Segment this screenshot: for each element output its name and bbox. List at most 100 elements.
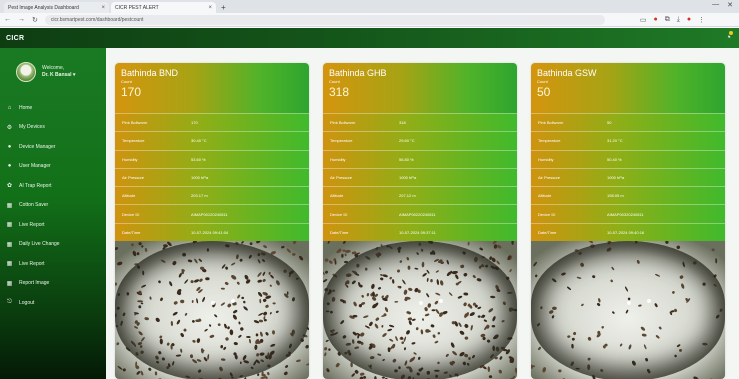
grid-icon: ▦ xyxy=(6,241,13,248)
welcome-text: Welcome, xyxy=(42,65,65,71)
trap-card[interactable]: Bathinda BND Count 170 Pink Bollworm 170 Temp… xyxy=(115,63,309,379)
puzzle-icon[interactable]: ⧉ xyxy=(665,16,670,24)
row-value: 53.60 % xyxy=(191,156,206,162)
sidebar-item-label: Logout xyxy=(19,299,35,306)
row-key: Date/Time xyxy=(330,229,349,235)
sidebar-item-logout[interactable]: ⎋ Logout xyxy=(0,293,106,313)
sidebar-item-report-image[interactable]: ▦ Report Image xyxy=(0,274,106,294)
row-value: 10-07-2024 09:41:04 xyxy=(191,229,229,235)
close-icon[interactable]: × xyxy=(101,5,105,11)
device-manager-icon: ● xyxy=(7,143,12,150)
row-key: Temperature xyxy=(330,138,353,144)
row-key: Altitude xyxy=(122,193,136,199)
row-key: Pink Bollworm xyxy=(538,120,564,126)
sidebar-item-user-manager[interactable]: ● User Manager xyxy=(0,157,106,177)
menu-icon[interactable]: ⋮ xyxy=(698,16,705,24)
card-count: 318 xyxy=(329,85,350,99)
card-subtitle: Count xyxy=(537,79,548,84)
url-field[interactable]: cicr.bsmartpest.com/dashboard/pestcount xyxy=(44,14,605,25)
sidebar-item-live-report[interactable]: ▦ Live Report xyxy=(0,254,106,274)
card-header: Bathinda GSW Count 50 xyxy=(531,63,725,113)
trap-card[interactable]: Bathinda GHB Count 318 Pink Bollworm 318 Temp… xyxy=(323,63,517,379)
row-value: 31.20 °C xyxy=(607,138,623,144)
trap-image-vignette xyxy=(531,241,725,379)
row-value: 318 xyxy=(399,120,406,126)
sidebar-item-device-manager[interactable]: ● Device Manager xyxy=(0,137,106,157)
row-key: Air Pressure xyxy=(538,175,561,181)
row-value: 203.17 m xyxy=(191,193,208,199)
forward-icon[interactable]: → xyxy=(18,16,25,23)
url-text: cicr.bsmartpest.com/dashboard/pestcount xyxy=(50,16,144,23)
browser-tab-active[interactable]: CICR PEST ALERT × xyxy=(111,2,216,13)
back-icon[interactable]: ← xyxy=(4,16,11,23)
trap-photo[interactable] xyxy=(531,241,725,379)
home-icon: ⌂ xyxy=(7,104,12,111)
card-row: Temperature 30.40 °C xyxy=(115,131,309,150)
sidebar-item-live-report[interactable]: ▦ Live Report xyxy=(0,215,106,235)
row-value: 50.40 % xyxy=(607,156,622,162)
profile-icon[interactable]: ● xyxy=(687,16,691,24)
grid-icon: ▦ xyxy=(6,202,13,209)
card-row: Humidity 56.80 % xyxy=(323,149,517,168)
sidebar-item-my-devices[interactable]: ⚙ My Devices xyxy=(0,118,106,138)
row-key: Device ID xyxy=(538,211,556,217)
row-key: Humidity xyxy=(122,156,138,162)
user-name[interactable]: Dr. K Bansal ▾ xyxy=(42,72,75,79)
user-profile[interactable]: Welcome, Dr. K Bansal ▾ xyxy=(0,48,106,82)
card-row: Date/Time 10-07-2024 09:41:04 xyxy=(115,222,309,242)
sidebar-item-home[interactable]: ⌂ Home xyxy=(0,98,106,118)
close-icon[interactable]: × xyxy=(208,5,212,11)
sidebar-item-daily-live-change[interactable]: ▦ Daily Live Change xyxy=(0,235,106,255)
row-value: 10-07-2024 09:40:16 xyxy=(607,229,645,235)
row-value: AIMAP00120240811 xyxy=(191,211,228,217)
row-value: AIMAP00220240811 xyxy=(399,211,436,217)
sidebar: Welcome, Dr. K Bansal ▾ ⌂ Home ⚙ My Devices… xyxy=(0,48,106,379)
row-value: 1000 hPa xyxy=(399,175,417,181)
notification-icon[interactable]: ◔ xyxy=(726,31,733,42)
card-row: Device ID AIMAP00220240811 xyxy=(323,204,517,223)
card-row: Pink Bollworm 170 xyxy=(115,113,309,132)
sidebar-item-ai-trap-report[interactable]: ✿ AI Trap Report xyxy=(0,176,106,196)
new-tab-button[interactable]: + xyxy=(221,2,226,13)
sidebar-item-label: Cotton Saver xyxy=(19,202,49,209)
reload-icon[interactable]: ↻ xyxy=(32,16,38,24)
window-controls: — ✕ xyxy=(712,1,733,9)
grid-icon: ▦ xyxy=(6,261,13,268)
card-title: Bathinda GSW xyxy=(537,68,597,78)
card-row: Device ID AIMAP00320240811 xyxy=(531,204,725,223)
card-row: Air Pressure 1000 hPa xyxy=(531,167,725,187)
trap-photo[interactable] xyxy=(323,241,517,379)
download-icon[interactable]: ⤓ xyxy=(677,16,680,24)
cast-icon[interactable]: ▭ xyxy=(640,16,647,24)
row-key: Altitude xyxy=(538,193,552,199)
card-row: Air Pressure 1000 hPa xyxy=(323,167,517,187)
sidebar-item-label: AI Trap Report xyxy=(19,182,52,189)
main-content: Bathinda BND Count 170 Pink Bollworm 170 Temp… xyxy=(106,48,739,379)
sidebar-menu: ⌂ Home ⚙ My Devices ● Device Manager ● User Man… xyxy=(0,98,106,313)
trap-photo[interactable] xyxy=(115,241,309,379)
row-key: Humidity xyxy=(538,156,554,162)
sidebar-item-label: Home xyxy=(19,104,33,111)
browser-tab[interactable]: Pest Image Analysis Dashboard × xyxy=(4,2,109,13)
row-key: Temperature xyxy=(122,138,145,144)
card-title: Bathinda GHB xyxy=(329,68,387,78)
row-value: 56.80 % xyxy=(399,156,414,162)
extension-icons: ▭ ● ⧉ ⤓ ● ⋮ xyxy=(640,16,705,24)
card-row: Humidity 53.60 % xyxy=(115,149,309,168)
avatar xyxy=(16,62,36,82)
close-window-icon[interactable]: ✕ xyxy=(727,1,733,9)
brand-logo[interactable]: CICR xyxy=(6,35,24,42)
extension-icon[interactable]: ● xyxy=(654,16,658,24)
row-key: Date/Time xyxy=(122,229,141,235)
minimize-icon[interactable]: — xyxy=(712,1,719,9)
sidebar-item-cotton-saver[interactable]: ▦ Cotton Saver xyxy=(0,196,106,216)
row-key: Device ID xyxy=(330,211,348,217)
card-row: Date/Time 10-07-2024 09:40:16 xyxy=(531,222,725,242)
row-value: AIMAP00320240811 xyxy=(607,211,644,217)
card-row: Altitude 207.12 m xyxy=(323,186,517,205)
trap-image-vignette xyxy=(323,241,517,379)
row-key: Pink Bollworm xyxy=(122,120,148,126)
sidebar-item-label: My Devices xyxy=(19,124,45,131)
trap-card[interactable]: Bathinda GSW Count 50 Pink Bollworm 50 Temper… xyxy=(531,63,725,379)
card-details: Pink Bollworm 318 Temperature 29.60 °C Humid… xyxy=(323,113,517,242)
